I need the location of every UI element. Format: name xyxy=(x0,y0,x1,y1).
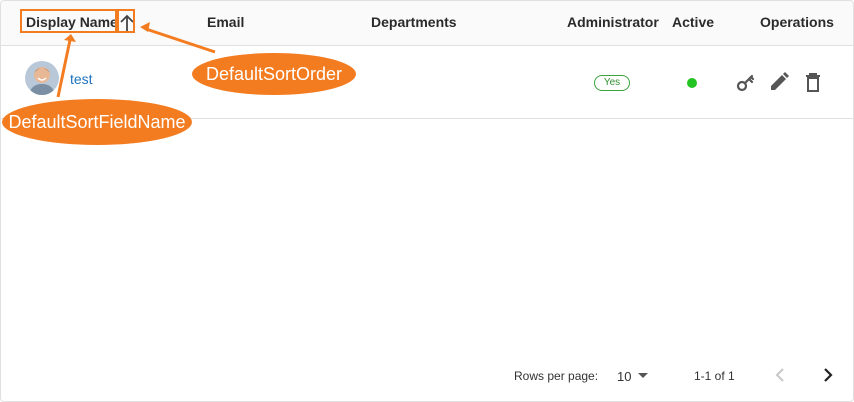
callout-arrows xyxy=(56,22,216,98)
callout-sort-field: DefaultSortFieldName xyxy=(2,99,192,145)
callout-sort-order: DefaultSortOrder xyxy=(192,53,356,95)
